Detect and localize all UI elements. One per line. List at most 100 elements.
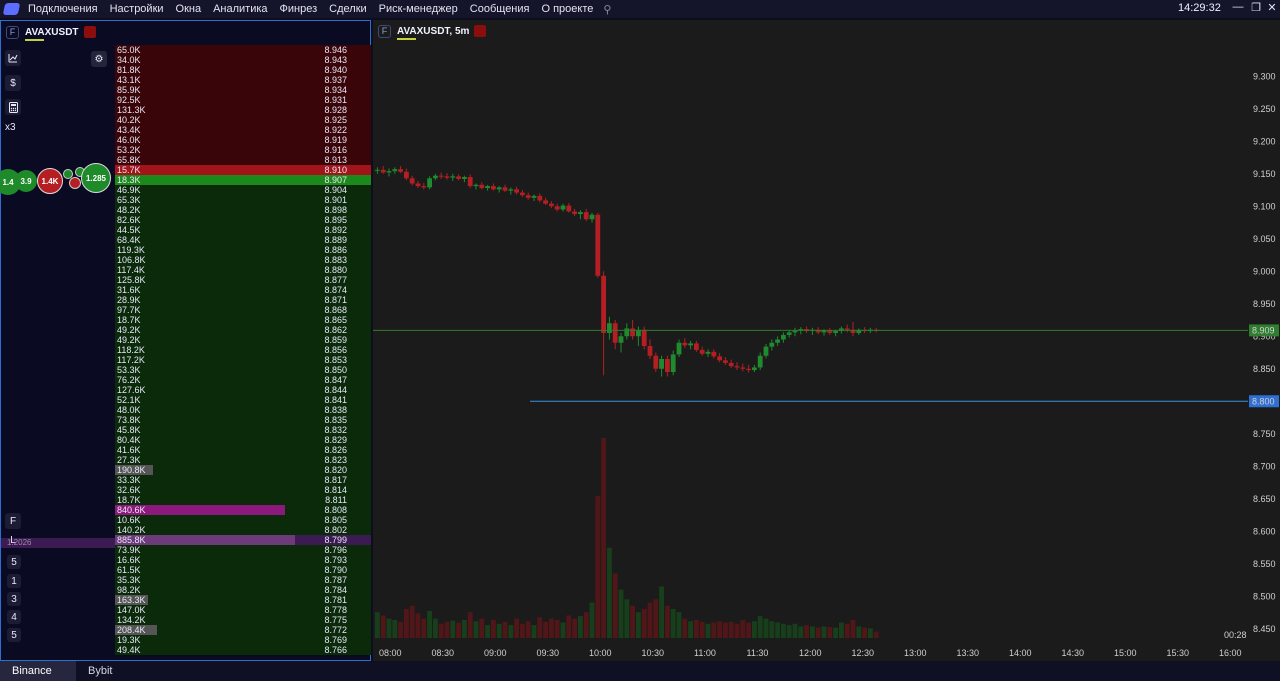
order-book-row[interactable]: 147.0K 8.778 [115, 605, 371, 615]
time-axis-label: 08:00 [379, 648, 402, 658]
l-button[interactable]: L [5, 532, 21, 548]
menu-about[interactable]: О проекте [535, 3, 599, 15]
order-book-row[interactable]: 190.8K 8.820 [115, 465, 371, 475]
lot-button-1[interactable]: 5 [7, 555, 21, 569]
order-book-row[interactable]: 52.1K 8.841 [115, 395, 371, 405]
order-book-row[interactable]: 127.6K 8.844 [115, 385, 371, 395]
order-book-row[interactable]: 118.2K 8.856 [115, 345, 371, 355]
order-book-row[interactable]: 35.3K 8.787 [115, 575, 371, 585]
order-book-row[interactable]: 208.4K 8.772 [115, 625, 371, 635]
lot-button-3[interactable]: 3 [7, 592, 21, 606]
order-book-row[interactable]: 53.2K 8.916 [115, 145, 371, 155]
order-book-row[interactable]: 32.6K 8.814 [115, 485, 371, 495]
trade-bubble: 1.4K [37, 168, 63, 194]
order-book-row[interactable]: 48.0K 8.838 [115, 405, 371, 415]
menu-connections[interactable]: Подключения [22, 3, 104, 15]
order-book-row[interactable]: 106.8K 8.883 [115, 255, 371, 265]
order-book-row[interactable]: 163.3K 8.781 [115, 595, 371, 605]
order-book-row[interactable]: 98.2K 8.784 [115, 585, 371, 595]
price-chart[interactable]: 9.300 9.250 9.200 9.150 9.100 9.050 9.000 8.950… [373, 20, 1280, 661]
restore-icon[interactable]: ❐ [1248, 1, 1264, 14]
order-book-row[interactable]: 18.3K 8.907 [115, 175, 371, 185]
order-book-row[interactable]: 65.0K 8.946 [115, 45, 371, 55]
chart-panel[interactable]: 9.300 9.250 9.200 9.150 9.100 9.050 9.000 8.950… [373, 20, 1280, 661]
order-book-row[interactable]: 140.2K 8.802 [115, 525, 371, 535]
order-book-row[interactable]: 97.7K 8.868 [115, 305, 371, 315]
minimize-icon[interactable]: — [1230, 1, 1246, 13]
order-book-row[interactable]: 16.6K 8.793 [115, 555, 371, 565]
chart-title[interactable]: AVAXUSDT, 5m [397, 26, 469, 40]
menu-trades[interactable]: Сделки [323, 3, 373, 15]
order-book-row[interactable]: 48.2K 8.898 [115, 205, 371, 215]
tab-binance[interactable]: Binance [0, 661, 76, 681]
order-book-row[interactable]: 80.4K 8.829 [115, 435, 371, 445]
order-book-row[interactable]: 28.9K 8.871 [115, 295, 371, 305]
order-book-row[interactable]: 15.7K 8.910 [115, 165, 371, 175]
order-book-row[interactable]: 65.8K 8.913 [115, 155, 371, 165]
order-book-row[interactable]: 85.9K 8.934 [115, 85, 371, 95]
order-book-row[interactable]: 53.3K 8.850 [115, 365, 371, 375]
order-book-row[interactable]: 117.4K 8.880 [115, 265, 371, 275]
order-book-row[interactable]: 76.2K 8.847 [115, 375, 371, 385]
f-button[interactable]: F [5, 513, 21, 529]
order-book-volume: 49.2K [117, 335, 141, 345]
order-book-row[interactable]: 46.0K 8.919 [115, 135, 371, 145]
order-book-row[interactable]: 92.5K 8.931 [115, 95, 371, 105]
menu-settings[interactable]: Настройки [104, 3, 170, 15]
order-book-row[interactable]: 885.8K 8.799 [115, 535, 371, 545]
order-book-row[interactable]: 82.6K 8.895 [115, 215, 371, 225]
order-book-row[interactable]: 44.5K 8.892 [115, 225, 371, 235]
order-book-row[interactable]: 131.3K 8.928 [115, 105, 371, 115]
order-book-row[interactable]: 19.3K 8.769 [115, 635, 371, 645]
menu-risk-manager[interactable]: Риск-менеджер [373, 3, 464, 15]
order-book-ladder[interactable]: 65.0K 8.946 34.0K 8.943 81.8K 8.940 43.1K 8.937… [115, 45, 371, 661]
order-book-row[interactable]: 49.4K 8.766 [115, 645, 371, 655]
menu-finres[interactable]: Финрез [274, 3, 324, 15]
order-book-row[interactable]: 81.8K 8.940 [115, 65, 371, 75]
order-book-row[interactable]: 61.5K 8.790 [115, 565, 371, 575]
order-book-row[interactable]: 134.2K 8.775 [115, 615, 371, 625]
order-book-row[interactable]: 10.6K 8.805 [115, 515, 371, 525]
volume-bar [821, 626, 827, 638]
order-book-row[interactable]: 49.2K 8.862 [115, 325, 371, 335]
pin-icon[interactable]: ⚲ [599, 3, 615, 16]
dollar-button[interactable]: $ [5, 75, 21, 91]
menu-analytics[interactable]: Аналитика [207, 3, 273, 15]
order-book-row[interactable]: 31.6K 8.874 [115, 285, 371, 295]
order-book-row[interactable]: 45.8K 8.832 [115, 425, 371, 435]
order-book-row[interactable]: 40.2K 8.925 [115, 115, 371, 125]
volume-bar [670, 608, 676, 638]
order-book-row[interactable]: 117.2K 8.853 [115, 355, 371, 365]
order-book-row[interactable]: 46.9K 8.904 [115, 185, 371, 195]
order-book-row[interactable]: 65.3K 8.901 [115, 195, 371, 205]
order-book-row[interactable]: 41.6K 8.826 [115, 445, 371, 455]
order-book-row[interactable]: 73.8K 8.835 [115, 415, 371, 425]
menu-messages[interactable]: Сообщения [464, 3, 536, 15]
order-book-row[interactable]: 49.2K 8.859 [115, 335, 371, 345]
lot-button-5[interactable]: 5 [7, 628, 21, 642]
order-book-row[interactable]: 73.9K 8.796 [115, 545, 371, 555]
chart-tool-icon[interactable] [5, 50, 21, 66]
tab-bybit[interactable]: Bybit [76, 661, 124, 681]
order-book-row[interactable]: 18.7K 8.865 [115, 315, 371, 325]
order-book-row[interactable]: 43.4K 8.922 [115, 125, 371, 135]
app-logo-icon[interactable] [0, 0, 22, 18]
order-book-row[interactable]: 18.7K 8.811 [115, 495, 371, 505]
settings-gear-icon[interactable]: ⚙ [91, 51, 107, 67]
volume-bar [786, 625, 792, 638]
order-book-row[interactable]: 840.6K 8.808 [115, 505, 371, 515]
volume-bar [757, 616, 763, 638]
order-book-symbol[interactable]: AVAXUSDT [25, 27, 79, 41]
order-book-row[interactable]: 119.3K 8.886 [115, 245, 371, 255]
order-book-row[interactable]: 68.4K 8.889 [115, 235, 371, 245]
close-icon[interactable]: ✕ [1264, 1, 1280, 14]
order-book-row[interactable]: 27.3K 8.823 [115, 455, 371, 465]
calculator-icon[interactable] [5, 99, 21, 115]
order-book-row[interactable]: 43.1K 8.937 [115, 75, 371, 85]
lot-button-2[interactable]: 1 [7, 574, 21, 588]
order-book-row[interactable]: 33.3K 8.817 [115, 475, 371, 485]
order-book-row[interactable]: 125.8K 8.877 [115, 275, 371, 285]
menu-windows[interactable]: Окна [170, 3, 208, 15]
order-book-row[interactable]: 34.0K 8.943 [115, 55, 371, 65]
lot-button-4[interactable]: 4 [7, 610, 21, 624]
